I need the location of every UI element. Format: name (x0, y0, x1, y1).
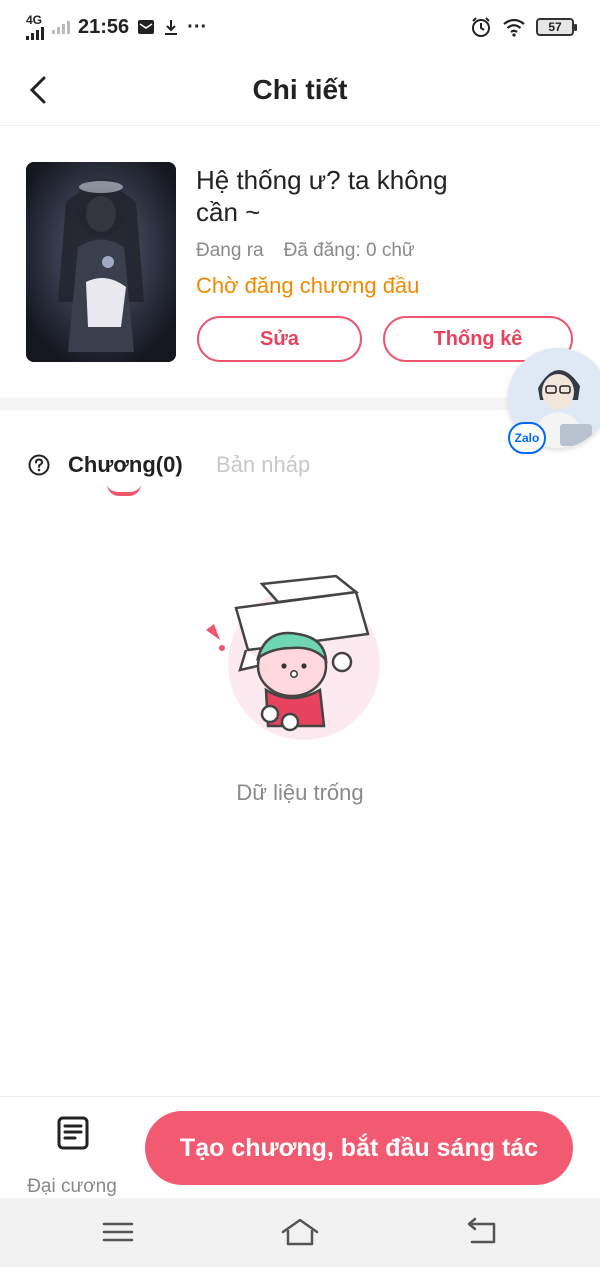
clock: 21:56 (78, 15, 130, 38)
alarm-icon (472, 17, 490, 37)
tab-drafts[interactable]: Bản nháp (216, 452, 310, 478)
status-right: 57 (470, 16, 577, 38)
empty-state-text: Dữ liệu trống (236, 780, 364, 805)
header: Chi tiết (0, 54, 600, 126)
menu-icon[interactable] (98, 1216, 138, 1248)
book-word-count: Đã đăng: 0 chữ (283, 240, 415, 261)
battery-icon: 57 (536, 18, 577, 36)
book-status: Chờ đăng chương đầu (196, 273, 420, 298)
tab-chapters[interactable]: Chương(0) (68, 452, 183, 478)
book-meta: Đang ra Đã đăng: 0 chữ (196, 240, 415, 262)
mail-icon (138, 20, 155, 34)
battery-level: 57 (548, 20, 562, 34)
book-cover[interactable] (26, 162, 176, 362)
outline-label: Đại cương (27, 1176, 117, 1197)
document-icon (57, 1116, 89, 1150)
wifi-icon (503, 18, 525, 37)
more-notifications: ··· (187, 15, 208, 38)
network-indicator: 4G (26, 14, 44, 40)
signal-icon (26, 26, 44, 40)
create-chapter-button[interactable]: Tạo chương, bắt đầu sáng tác (145, 1111, 573, 1185)
network-label: 4G (26, 13, 43, 27)
tab-active-indicator (107, 484, 141, 496)
back-button[interactable] (20, 72, 56, 108)
book-state: Đang ra (196, 240, 264, 261)
back-nav-icon[interactable] (462, 1216, 502, 1248)
outline-button[interactable]: Đại cương (20, 1113, 126, 1197)
bottom-action-bar: Đại cương Tạo chương, bắt đầu sáng tác (0, 1096, 600, 1198)
book-card: Hệ thống ư? ta không cần ~ Đang ra Đã đă… (0, 126, 600, 398)
download-icon (165, 20, 178, 35)
home-icon[interactable] (280, 1216, 320, 1248)
book-cover-image (26, 162, 176, 362)
signal-2-icon (52, 20, 70, 34)
tabs: Chương(0) Bản nháp (0, 440, 600, 500)
help-icon[interactable] (28, 454, 50, 476)
book-title: Hệ thống ư? ta không cần ~ (196, 165, 448, 227)
edit-button[interactable]: Sửa (197, 316, 362, 362)
status-left: 4G 21:56 ··· (26, 14, 207, 40)
empty-box-illustration (206, 574, 380, 740)
system-nav-bar (0, 1198, 600, 1267)
status-bar: 4G 21:56 ··· 57 (0, 0, 600, 54)
chevron-left-icon (29, 76, 46, 104)
page-title: Chi tiết (252, 73, 348, 105)
